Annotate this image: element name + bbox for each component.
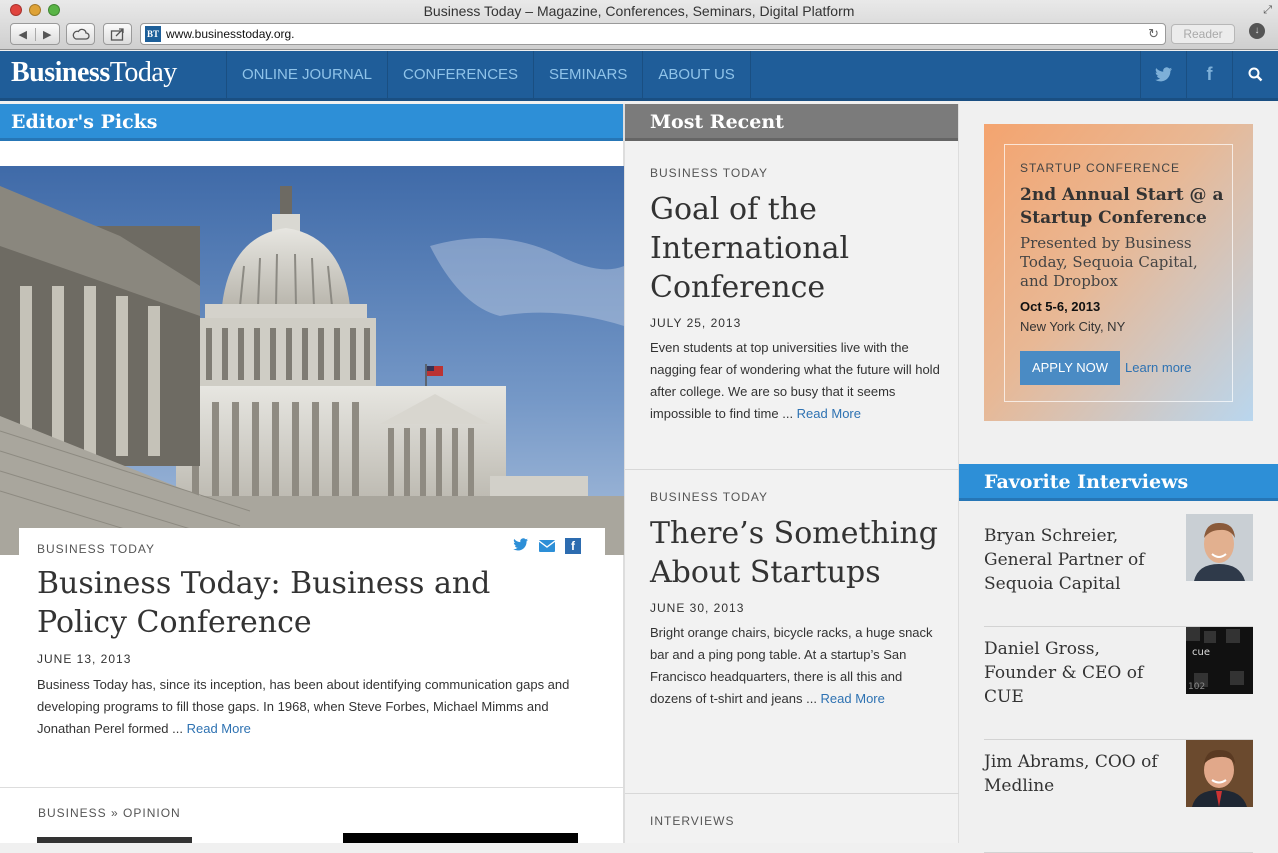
download-icon: ↓ <box>1249 23 1265 39</box>
most-recent-column: Most Recent BUSINESS TODAY Goal of the I… <box>624 104 960 843</box>
recent-post: BUSINESS TODAY There’s Something About S… <box>650 490 940 710</box>
header-social: f <box>1140 51 1278 98</box>
reader-button[interactable]: Reader <box>1171 24 1235 44</box>
promo-date: Oct 5-6, 2013 <box>1020 299 1101 314</box>
favorite-interviews-heading: Favorite Interviews <box>959 464 1278 501</box>
main-nav: ONLINE JOURNAL CONFERENCES SEMINARS ABOU… <box>226 51 751 98</box>
logo-today-text: Today <box>109 57 178 88</box>
reload-icon[interactable]: ↻ <box>1148 26 1159 42</box>
feature-date: JUNE 13, 2013 <box>37 652 132 666</box>
learn-more-link[interactable]: Learn more <box>1125 360 1191 375</box>
svg-text:102: 102 <box>1188 682 1205 692</box>
most-recent-heading: Most Recent <box>625 104 958 141</box>
back-button[interactable]: ◀ <box>11 27 36 41</box>
feature-excerpt-text: Business Today has, since its inception,… <box>37 677 570 736</box>
recent-post: BUSINESS TODAY Goal of the International… <box>650 166 940 425</box>
share-button[interactable] <box>103 23 132 45</box>
feature-eyebrow[interactable]: BUSINESS TODAY <box>37 542 155 556</box>
post-date: JULY 25, 2013 <box>650 316 742 330</box>
editors-picks-heading: Editor's Picks <box>0 104 623 141</box>
interview-name[interactable]: Jim Abrams, COO of Medline <box>984 750 1159 798</box>
interview-photo-avatar[interactable] <box>1186 740 1253 807</box>
twitter-icon[interactable] <box>1140 51 1186 98</box>
post-date: JUNE 30, 2013 <box>650 601 745 615</box>
feature-excerpt: Business Today has, since its inception,… <box>37 674 592 740</box>
divider <box>625 469 960 470</box>
back-forward-buttons: ◀ ▶ <box>10 23 60 45</box>
browser-chrome: Business Today – Magazine, Conferences, … <box>0 0 1278 50</box>
promo-eyebrow: STARTUP CONFERENCE <box>1020 161 1181 175</box>
cloud-icon <box>72 28 90 40</box>
promo-location: New York City, NY <box>1020 319 1126 334</box>
post-title[interactable]: Goal of the International Conference <box>650 190 940 307</box>
next-article-title-cropped[interactable] <box>37 830 207 843</box>
svg-text:cue: cue <box>1192 647 1210 658</box>
feature-image-capitol[interactable] <box>0 166 624 555</box>
post-title[interactable]: There’s Something About Startups <box>650 514 940 592</box>
editors-picks-column: Editor's Picks BUSINESS TODAY f Business… <box>0 104 624 843</box>
sidebar-column: STARTUP CONFERENCE 2nd Annual Start @ a … <box>959 104 1278 853</box>
feature-read-more-link[interactable]: Read More <box>187 721 251 736</box>
interview-photo-cue-logo[interactable]: cue 102 <box>1186 627 1253 694</box>
window-title: Business Today – Magazine, Conferences, … <box>423 3 855 19</box>
address-bar[interactable]: BT www.businesstoday.org. ↻ <box>140 23 1166 45</box>
fullscreen-icon[interactable]: ⤢ <box>1263 4 1272 17</box>
post-excerpt: Bright orange chairs, bicycle racks, a h… <box>650 622 940 710</box>
next-article-thumbnail[interactable] <box>343 833 578 843</box>
email-share-icon[interactable] <box>538 538 556 554</box>
share-icon <box>110 28 124 41</box>
site-logo[interactable]: BusinessToday <box>11 57 177 89</box>
icloud-tabs-button[interactable] <box>66 23 95 45</box>
nav-seminars[interactable]: SEMINARS <box>533 51 642 98</box>
nav-online-journal[interactable]: ONLINE JOURNAL <box>226 51 387 98</box>
feature-article-card: BUSINESS TODAY f Business Today: Busines… <box>19 528 605 768</box>
promo-frame: STARTUP CONFERENCE 2nd Annual Start @ a … <box>1004 144 1233 402</box>
nav-about-us[interactable]: ABOUT US <box>642 51 751 98</box>
interview-photo-avatar[interactable] <box>1186 514 1253 581</box>
post-eyebrow[interactable]: BUSINESS TODAY <box>650 166 940 180</box>
interview-item[interactable]: Daniel Gross, Founder & CEO of CUE cue 10… <box>984 627 1253 740</box>
startup-conference-promo: STARTUP CONFERENCE 2nd Annual Start @ a … <box>984 124 1253 421</box>
post-excerpt-text: Even students at top universities live w… <box>650 340 940 421</box>
promo-title[interactable]: 2nd Annual Start @ a Startup Conference <box>1020 184 1225 230</box>
post-eyebrow[interactable]: BUSINESS TODAY <box>650 490 940 504</box>
interview-name[interactable]: Daniel Gross, Founder & CEO of CUE <box>984 637 1159 709</box>
next-article-eyebrow[interactable]: BUSINESS » OPINION <box>38 806 181 820</box>
post-read-more-link[interactable]: Read More <box>797 406 861 421</box>
logo-business-text: Business <box>11 57 110 88</box>
share-icons: f <box>513 538 581 554</box>
facebook-icon[interactable]: f <box>1186 51 1232 98</box>
forward-button[interactable]: ▶ <box>36 28 60 41</box>
url-text[interactable]: www.businesstoday.org. <box>166 27 1148 41</box>
interview-item[interactable]: Jim Abrams, COO of Medline <box>984 740 1253 853</box>
apply-now-button[interactable]: APPLY NOW <box>1020 351 1120 385</box>
post-excerpt-text: Bright orange chairs, bicycle racks, a h… <box>650 625 933 706</box>
nav-conferences[interactable]: CONFERENCES <box>387 51 533 98</box>
promo-subtitle: Presented by Business Today, Sequoia Cap… <box>1020 234 1198 290</box>
site-header: BusinessToday ONLINE JOURNAL CONFERENCES… <box>0 51 1278 101</box>
post-excerpt: Even students at top universities live w… <box>650 337 940 425</box>
facebook-share-icon[interactable]: f <box>565 538 581 554</box>
divider <box>625 793 960 794</box>
interview-item[interactable]: Bryan Schreier, General Partner of Sequo… <box>984 514 1253 627</box>
site-favicon-icon: BT <box>145 26 161 42</box>
interview-name[interactable]: Bryan Schreier, General Partner of Sequo… <box>984 524 1159 596</box>
search-icon[interactable] <box>1232 51 1278 98</box>
downloads-button[interactable]: ↓ <box>1243 23 1271 45</box>
next-post-eyebrow[interactable]: INTERVIEWS <box>650 814 734 828</box>
divider <box>0 787 624 788</box>
feature-title[interactable]: Business Today: Business and Policy Conf… <box>37 564 577 642</box>
twitter-share-icon[interactable] <box>513 538 529 554</box>
post-read-more-link[interactable]: Read More <box>821 691 885 706</box>
